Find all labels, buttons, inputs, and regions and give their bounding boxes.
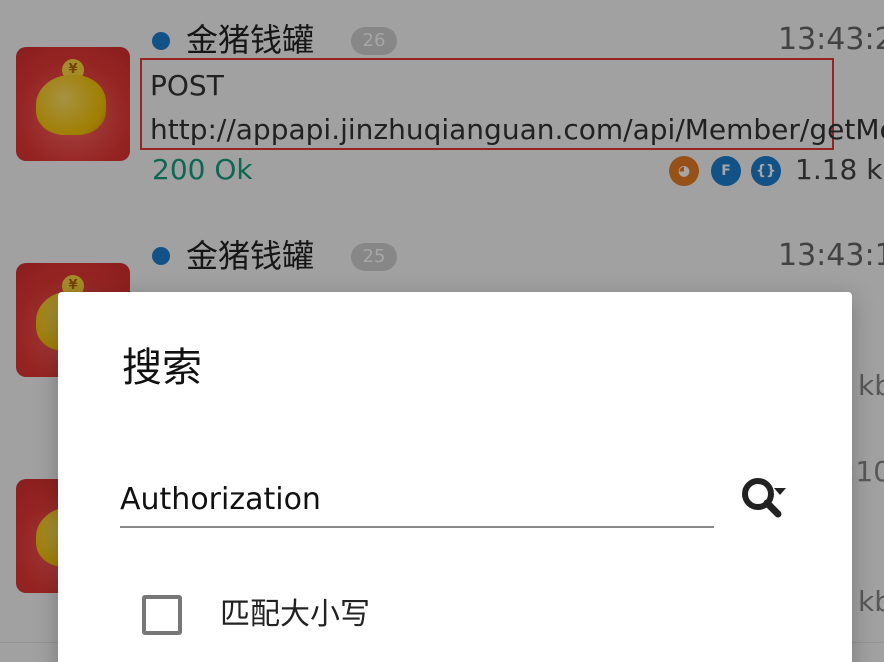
search-input[interactable] (120, 472, 714, 528)
match-case-checkbox[interactable] (142, 595, 182, 635)
search-dropdown-icon[interactable] (736, 472, 792, 528)
search-dialog: 搜索 匹配大小写 (58, 292, 852, 662)
dialog-title: 搜索 (122, 345, 202, 391)
match-case-label: 匹配大小写 (220, 597, 370, 632)
request-list-screen: ¥ 金猪钱罐 26 13:43:26 POST http://appapi.ji… (0, 0, 884, 662)
